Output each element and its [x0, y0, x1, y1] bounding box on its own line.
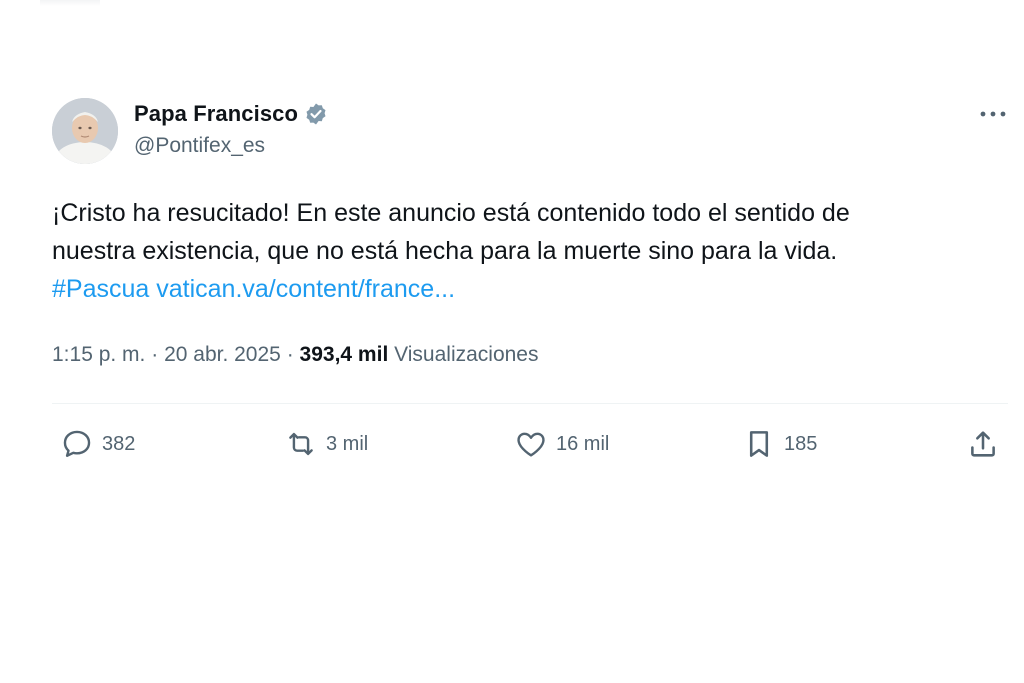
- url-link[interactable]: vatican.va/content/france...: [156, 275, 455, 303]
- tweet-text-line-1: ¡Cristo ha resucitado! En este anuncio e…: [52, 199, 850, 227]
- tweet-time[interactable]: 1:15 p. m.: [52, 343, 145, 366]
- tweet-text-line-3: #Pascua vatican.va/content/france...: [52, 270, 1012, 308]
- tweet-card: Papa Francisco @Pontifex_es ¡Cristo ha r…: [0, 0, 1024, 683]
- meta-separator: ·: [286, 343, 294, 366]
- more-dots-icon: [980, 111, 1006, 117]
- bookmark-count: 185: [784, 432, 818, 455]
- share-button[interactable]: [966, 426, 1000, 462]
- reply-bubble-icon: [63, 430, 91, 457]
- like-count: 16 mil: [556, 432, 610, 455]
- repost-button[interactable]: 3 mil: [284, 426, 368, 462]
- meta-separator: ·: [151, 343, 159, 366]
- tweet-text-line-2: nuestra existencia, que no está hecha pa…: [52, 237, 838, 265]
- avatar[interactable]: [52, 98, 118, 164]
- hashtag-link[interactable]: #Pascua: [52, 275, 149, 303]
- share-upload-icon: [971, 431, 995, 457]
- reply-count: 382: [102, 432, 136, 455]
- views-label: Visualizaciones: [394, 343, 539, 366]
- bookmark-icon: [749, 431, 769, 457]
- verified-badge-icon[interactable]: [304, 102, 328, 126]
- tweet-text: ¡Cristo ha resucitado! En este anuncio e…: [52, 194, 1012, 308]
- views-count: 393,4 mil: [299, 343, 389, 366]
- divider: [52, 403, 1008, 404]
- tweet-meta: 1:15 p. m. · 20 abr. 2025 · 393,4 mil Vi…: [52, 343, 539, 367]
- author-display-name[interactable]: Papa Francisco: [134, 101, 298, 127]
- repost-arrows-icon: [289, 432, 313, 456]
- tweet-date[interactable]: 20 abr. 2025: [164, 343, 281, 366]
- top-edge-shadow: [40, 0, 100, 6]
- author-name-row: Papa Francisco: [134, 100, 328, 128]
- repost-count: 3 mil: [326, 432, 369, 455]
- more-options-button[interactable]: [976, 104, 1010, 124]
- author-handle[interactable]: @Pontifex_es: [134, 134, 265, 158]
- reply-button[interactable]: 382: [60, 426, 135, 462]
- heart-icon: [517, 432, 545, 457]
- like-button[interactable]: 16 mil: [514, 426, 609, 462]
- bookmark-button[interactable]: 185: [742, 426, 817, 462]
- avatar-portrait-icon: [52, 98, 118, 164]
